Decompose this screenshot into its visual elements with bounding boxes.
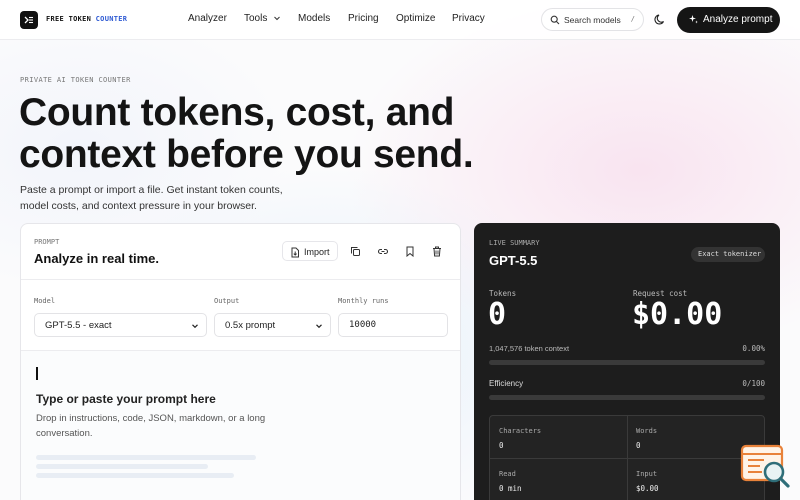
skeleton-line [36,455,256,460]
tokens-value: 0 [488,297,507,332]
editor-placeholder-description: Drop in instructions, code, JSON, markdo… [36,412,286,441]
nav-link-privacy[interactable]: Privacy [452,13,485,24]
prompt-card-title: Analyze in real time. [34,251,159,266]
search-label: Search models [564,15,621,25]
prompt-editor[interactable]: Type or paste your prompt here Drop in i… [21,351,460,500]
live-summary-panel: LIVE SUMMARY GPT-5.5 Exact tokenizer Tok… [474,223,780,500]
copy-icon[interactable] [350,246,361,257]
output-select-value: 0.5x prompt [225,320,276,331]
monthly-runs-input[interactable]: 10000 [338,313,448,337]
efficiency-score: 0/100 [742,379,765,388]
prompt-eyebrow: PROMPT [34,238,60,246]
hero-subtitle-line-2: model costs, and context pressure in you… [20,199,257,212]
summary-model-name: GPT-5.5 [489,253,538,268]
output-label: Output [214,297,240,305]
efficiency-progress-bar [489,395,765,400]
brand-text-accent: COUNTER [95,15,128,23]
stats-grid: Characters 0 Words 0 Read 0 min Input $0… [489,415,766,500]
moon-icon[interactable] [654,13,667,26]
editor-placeholder-title: Type or paste your prompt here [36,392,216,406]
output-select[interactable]: 0.5x prompt [214,313,331,337]
tokenizer-badge-label: Exact tokenizer [698,250,762,258]
chevron-down-icon [274,17,280,21]
request-cost-value: $0.00 [632,297,723,332]
analyze-prompt-label: Analyze prompt [703,14,773,25]
search-models-button[interactable]: Search models / [541,8,644,31]
efficiency-label: Efficiency [489,379,524,388]
file-import-icon [291,247,299,258]
search-shortcut: / [630,15,635,23]
brand-text-main: FREE TOKEN [46,15,92,23]
chevron-down-icon [192,324,198,329]
model-select[interactable]: GPT-5.5 - exact [34,313,207,337]
nav-link-optimize[interactable]: Optimize [396,13,435,24]
tokenizer-badge: Exact tokenizer [691,247,765,262]
bookmark-icon[interactable] [405,246,415,257]
hero-eyebrow: PRIVATE AI TOKEN COUNTER [20,76,131,84]
top-nav: FREE TOKEN COUNTER Analyzer Tools Models… [0,0,800,40]
context-progress-bar [489,360,765,365]
prompt-card: PROMPT Analyze in real time. Import Mode… [20,223,461,500]
summary-eyebrow: LIVE SUMMARY [489,239,540,247]
words-value: 0 [636,441,641,450]
headline-line-2: context before you send. [19,133,474,176]
search-icon [550,15,560,25]
link-icon[interactable] [377,246,389,257]
trash-icon[interactable] [432,246,442,257]
skeleton-line [36,464,208,469]
nav-link-models[interactable]: Models [298,13,330,24]
analyze-prompt-button[interactable]: Analyze prompt [677,7,780,33]
characters-label: Characters [499,427,542,435]
hero-subtitle: Paste a prompt or import a file. Get ins… [20,183,320,214]
characters-value: 0 [499,441,504,450]
nav-link-tools[interactable]: Tools [244,13,281,24]
read-time-value: 0 min [499,484,522,493]
brand-name[interactable]: FREE TOKEN COUNTER [46,15,127,23]
input-cost-value: $0.00 [636,484,659,493]
skeleton-line [36,473,234,478]
editor-description-line-2: conversation. [36,427,93,439]
card-divider [21,279,460,280]
import-button[interactable]: Import [282,241,338,261]
headline-line-1: Count tokens, cost, and [19,91,455,134]
monthly-runs-label: Monthly runs [338,297,389,305]
words-label: Words [636,427,658,435]
input-cost-label: Input [636,470,658,478]
chevron-down-icon [316,324,322,329]
sparkle-icon [689,15,698,24]
nav-link-analyzer[interactable]: Analyzer [188,13,227,24]
monthly-runs-value: 10000 [349,320,377,330]
page-inspector-icon[interactable] [740,444,792,490]
model-select-value: GPT-5.5 - exact [45,320,112,331]
import-label: Import [304,247,330,257]
read-time-label: Read [499,470,516,478]
model-label: Model [34,297,56,305]
editor-description-line-1: Drop in instructions, code, JSON, markdo… [36,413,266,424]
nav-link-pricing[interactable]: Pricing [348,13,379,24]
context-usage-percent: 0.00% [742,344,765,353]
hero-subtitle-line-1: Paste a prompt or import a file. Get ins… [20,184,283,196]
text-caret [36,367,38,380]
context-window-label: 1,047,576 token context [489,344,570,353]
page-title: Count tokens, cost, and context before y… [19,92,579,176]
nav-link-tools-label: Tools [244,13,268,24]
grid-divider [490,458,766,459]
terminal-logo-icon[interactable] [20,11,38,29]
